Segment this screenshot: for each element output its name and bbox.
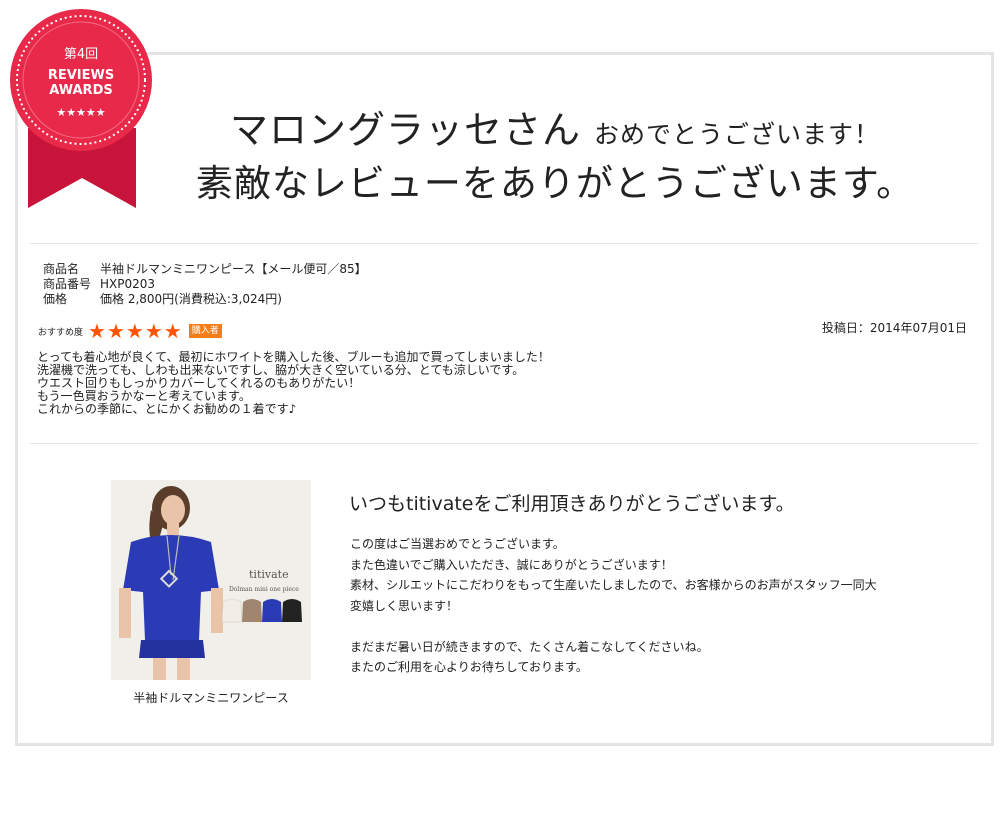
star-icon: ★: [88, 319, 106, 343]
product-price-row: 価格 価格 2,800円(消費税込:3,024円): [43, 292, 367, 307]
star-icon: ★: [125, 319, 144, 343]
star-icon: ★: [106, 319, 125, 343]
star-icon: ★: [163, 319, 182, 343]
rating: おすすめ度 ★ ★ ★ ★ ★ 購入者: [38, 321, 222, 341]
shop-message: この度はご当選おめでとうございます。 また色違いでご購入いただき、誠にありがとう…: [350, 537, 877, 674]
shop-title: いつもtitivateをご利用頂きありがとうございます。: [349, 493, 795, 515]
photo-caption[interactable]: 半袖ドルマンミニワンピース: [111, 689, 311, 706]
product-code-label: 商品番号: [43, 277, 92, 291]
product-code-row: 商品番号 HXP0203: [43, 277, 367, 292]
divider-bottom: [30, 443, 978, 444]
headline-line1: マロングラッセさん おめでとうございます！: [160, 108, 950, 157]
thanks-text: 素敵なレビューをありがとうございます。: [195, 162, 915, 205]
product-photo[interactable]: titivate Dolman mini one piece: [111, 480, 311, 680]
badge-line2: AWARDS: [49, 83, 112, 98]
posted-date: 投稿日：2014年07月01日: [821, 321, 967, 335]
product-price-value: 価格 2,800円(消費税込:3,024円): [100, 292, 282, 306]
rating-label: おすすめ度: [38, 327, 84, 338]
divider-top: [30, 243, 978, 244]
badge-stars: ★★★★★: [56, 106, 105, 119]
product-code-value: HXP0203: [100, 277, 156, 291]
badge-edition: 第4回: [64, 47, 98, 62]
product-price-label: 価格: [43, 292, 68, 306]
brand-name: titivate: [249, 568, 289, 581]
product-name-row: 商品名 半袖ドルマンミニワンピース【メール便可／85】: [43, 262, 367, 277]
badge-line1: REVIEWS: [48, 68, 114, 83]
brand-subtitle: Dolman mini one piece: [229, 586, 299, 593]
congrats-text: おめでとうございます！: [594, 120, 881, 149]
reviewer-name: マロングラッセさん: [229, 108, 581, 152]
star-icon: ★: [144, 319, 163, 343]
product-name-value: 半袖ドルマンミニワンピース【メール便可／85】: [100, 262, 367, 276]
reviews-award-badge: 第4回 REVIEWS AWARDS ★★★★★: [10, 9, 152, 208]
buyer-badge: 購入者: [188, 324, 222, 338]
product-info: 商品名 半袖ドルマンミニワンピース【メール便可／85】 商品番号 HXP0203…: [43, 262, 367, 307]
review-text: とっても着心地が良くて、最初にホワイトを購入した後、ブルーも追加で買ってしまいま…: [37, 350, 550, 416]
headline: マロングラッセさん おめでとうございます！ 素敵なレビューをありがとうございます…: [160, 108, 950, 209]
product-name-label: 商品名: [43, 262, 80, 276]
